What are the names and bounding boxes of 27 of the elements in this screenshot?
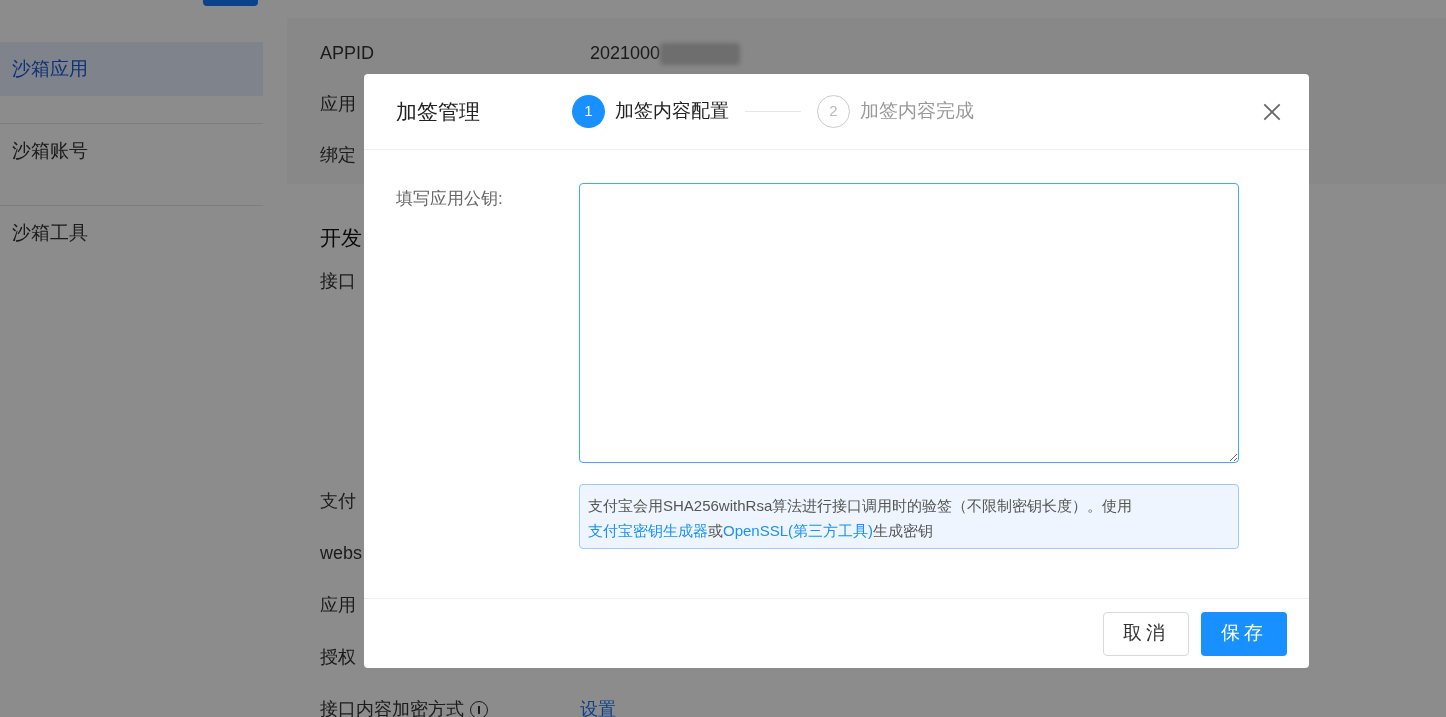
setting-label: 接口	[320, 269, 356, 293]
setting-label: 应用	[320, 594, 356, 617]
field-label: APPID	[320, 43, 375, 63]
field-label: 填写应用公钥:	[396, 188, 504, 210]
step-number: 1	[572, 95, 605, 128]
tab-indicator	[203, 0, 258, 6]
field-label: 绑定	[320, 145, 356, 165]
hint-text: 支付宝会用SHA256withRsa算法进行接口调用时的验签（不限制密钥长度）。使用 支付宝密钥生成器或OpenSSL(第三方工具)生成密钥	[588, 496, 1134, 541]
public-key-field[interactable]	[579, 183, 1239, 463]
step-label: 加签内容完成	[860, 99, 974, 124]
hint-link[interactable]: 支付宝密钥生成器	[588, 522, 708, 539]
setting-label: 接口内容加密方式	[320, 698, 464, 717]
sidebar-item[interactable]: 沙箱应用	[0, 42, 263, 96]
step-label: 加签内容配置	[615, 99, 729, 124]
section-title: 开发	[320, 225, 363, 251]
setting-label: 支付	[320, 490, 356, 513]
settings-link[interactable]: 设置	[580, 696, 616, 717]
cancel-button[interactable]: 取消	[1103, 611, 1189, 656]
sidebar-item[interactable]: 沙箱工具	[0, 206, 263, 260]
hint-link[interactable]: OpenSSL(第三方工具)	[723, 522, 874, 539]
sidebar-item[interactable]: 沙箱账号	[0, 124, 263, 178]
field-value: 2021000	[590, 42, 661, 65]
save-button[interactable]: 保存	[1201, 611, 1287, 656]
setting-label: webs	[320, 542, 363, 565]
field-label: 应用	[320, 94, 356, 114]
setting-label: 授权	[320, 646, 356, 669]
dialog-title: 加签管理	[396, 98, 481, 125]
